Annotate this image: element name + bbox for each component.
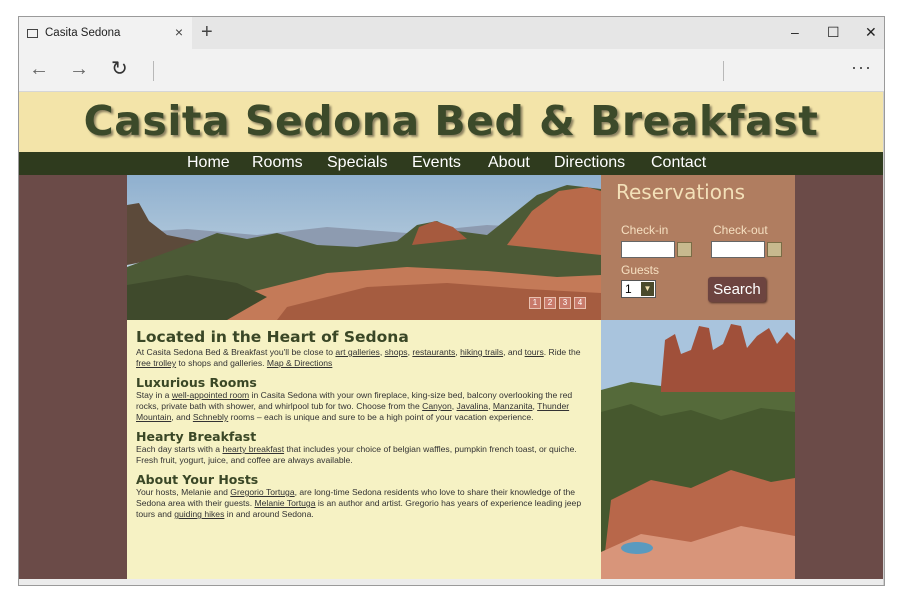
tab-title: Casita Sedona <box>45 27 121 39</box>
tours-link[interactable]: tours <box>525 347 544 357</box>
reservations-panel: Reservations Check-in Check-out Guests 1… <box>601 175 795 320</box>
located-paragraph: At Casita Sedona Bed & Breakfast you'll … <box>136 347 581 368</box>
address-bar-start[interactable] <box>153 61 154 81</box>
guests-select[interactable]: 1 ▼ <box>621 280 656 298</box>
forward-button[interactable]: → <box>69 58 89 80</box>
main-nav: Home Rooms Specials Events About Directi… <box>19 152 883 175</box>
schnebly-link[interactable]: Schnebly <box>193 412 228 422</box>
art-galleries-link[interactable]: art galleries <box>335 347 379 357</box>
tab-bar: Casita Sedona × + – ☐ ✕ <box>19 17 884 49</box>
page-viewport: Casita Sedona Bed & Breakfast Home Rooms… <box>19 92 883 585</box>
hiking-trails-link[interactable]: hiking trails <box>460 347 503 357</box>
canyon-link[interactable]: Canyon <box>422 401 452 411</box>
hearty-breakfast-link[interactable]: hearty breakfast <box>222 444 284 454</box>
guests-value: 1 <box>625 282 632 296</box>
main-content: Located in the Heart of Sedona At Casita… <box>127 320 601 585</box>
checkin-input[interactable] <box>621 241 675 258</box>
new-tab-button[interactable]: + <box>201 22 213 42</box>
checkout-calendar-icon[interactable] <box>767 242 782 257</box>
guests-label: Guests <box>621 263 660 277</box>
site-header: Casita Sedona Bed & Breakfast <box>19 92 883 152</box>
rooms-heading: Luxurious Rooms <box>136 375 257 390</box>
more-menu-button[interactable]: ··· <box>851 57 872 78</box>
checkin-label: Check-in <box>621 223 669 237</box>
slide-4-button[interactable]: 4 <box>574 297 586 309</box>
browser-toolbar: ← → ↻ ··· <box>19 49 884 92</box>
restaurants-link[interactable]: restaurants <box>412 347 455 357</box>
well-appointed-room-link[interactable]: well-appointed room <box>172 390 249 400</box>
back-button[interactable]: ← <box>29 58 49 80</box>
hero-landscape-image: 1 2 3 4 <box>127 175 601 320</box>
shops-link[interactable]: shops <box>385 347 408 357</box>
vertical-scrollbar[interactable] <box>883 92 884 585</box>
nav-contact[interactable]: Contact <box>651 152 706 174</box>
address-bar-end <box>723 61 724 81</box>
melanie-tortuga-link[interactable]: Melanie Tortuga <box>254 498 315 508</box>
checkout-input[interactable] <box>711 241 765 258</box>
hosts-heading: About Your Hosts <box>136 472 259 487</box>
nav-about[interactable]: About <box>488 152 530 174</box>
rooms-paragraph: Stay in a well-appointed room in Casita … <box>136 390 573 422</box>
javalina-link[interactable]: Javalina <box>457 401 489 411</box>
located-heading: Located in the Heart of Sedona <box>136 328 409 346</box>
manzanita-link[interactable]: Manzanita <box>493 401 533 411</box>
gregorio-tortuga-link[interactable]: Gregorio Tortuga <box>230 487 294 497</box>
search-button[interactable]: Search <box>708 277 766 302</box>
refresh-button[interactable]: ↻ <box>111 58 128 80</box>
free-trolley-link[interactable]: free trolley <box>136 358 176 368</box>
map-directions-link[interactable]: Map & Directions <box>267 358 332 368</box>
page-icon <box>27 28 38 38</box>
tab-close-icon[interactable]: × <box>175 25 183 39</box>
browser-tab[interactable]: Casita Sedona × <box>19 17 192 49</box>
guiding-hikes-link[interactable]: guiding hikes <box>174 509 224 519</box>
nav-home[interactable]: Home <box>187 152 230 174</box>
breakfast-heading: Hearty Breakfast <box>136 429 257 444</box>
slide-1-button[interactable]: 1 <box>529 297 541 309</box>
red-rock-illustration <box>601 320 795 585</box>
reservations-title: Reservations <box>616 180 746 204</box>
site-title: Casita Sedona Bed & Breakfast <box>83 97 819 145</box>
minimize-button[interactable]: – <box>791 24 799 40</box>
horizontal-scrollbar[interactable] <box>19 579 883 585</box>
slide-3-button[interactable]: 3 <box>559 297 571 309</box>
nav-directions[interactable]: Directions <box>554 152 625 174</box>
maximize-button[interactable]: ☐ <box>827 24 840 40</box>
slide-2-button[interactable]: 2 <box>544 297 556 309</box>
hosts-paragraph: Your hosts, Melanie and Gregorio Tortuga… <box>136 487 582 519</box>
chevron-down-icon: ▼ <box>641 282 654 296</box>
nav-specials[interactable]: Specials <box>327 152 387 174</box>
breakfast-paragraph: Each day starts with a hearty breakfast … <box>136 444 577 465</box>
close-window-button[interactable]: ✕ <box>865 24 877 40</box>
browser-window: Casita Sedona × + – ☐ ✕ ← → ↻ ··· Casita… <box>18 16 885 586</box>
red-rock-photo <box>601 320 795 585</box>
checkout-label: Check-out <box>713 223 768 237</box>
nav-rooms[interactable]: Rooms <box>252 152 303 174</box>
nav-events[interactable]: Events <box>412 152 461 174</box>
checkin-calendar-icon[interactable] <box>677 242 692 257</box>
